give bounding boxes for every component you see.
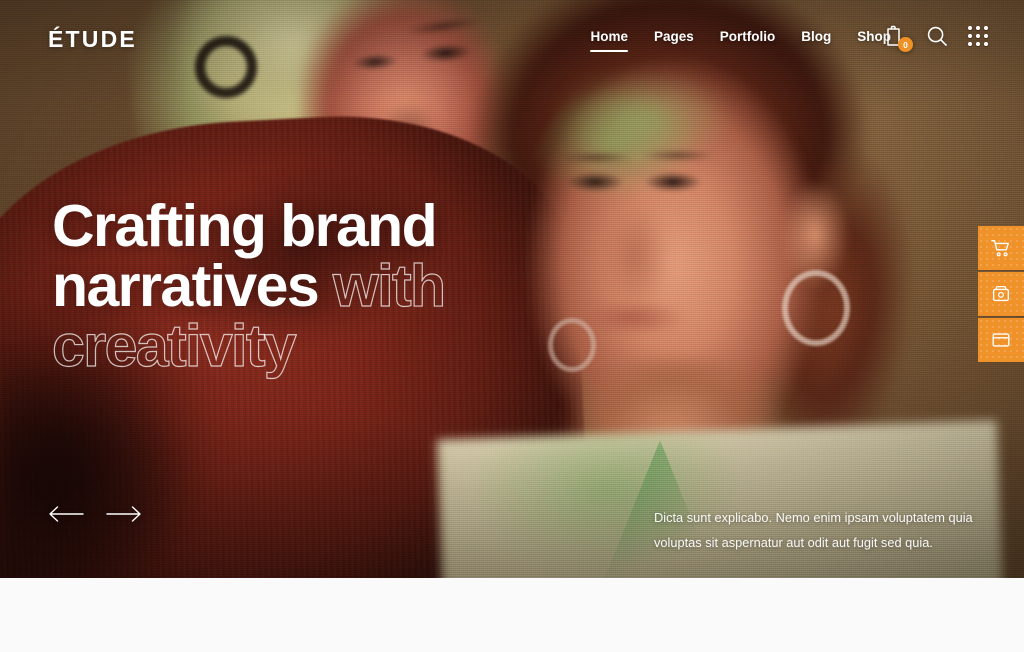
hero-copy: Crafting brand narratives with creativit… xyxy=(51,193,446,380)
side-button-stack xyxy=(978,226,1024,362)
below-hero-section xyxy=(0,578,1024,652)
nav-item-home[interactable]: Home xyxy=(577,29,641,52)
headline-line-3-outline: creativity xyxy=(51,313,297,380)
header-icon-group: 0 xyxy=(884,24,988,52)
search-icon[interactable] xyxy=(926,25,948,47)
nav-item-portfolio[interactable]: Portfolio xyxy=(707,29,789,44)
site-logo[interactable]: ÉTUDE xyxy=(48,26,137,53)
cart-icon[interactable]: 0 xyxy=(884,24,913,52)
layout-window-icon[interactable] xyxy=(978,318,1024,362)
headline-line-1: Crafting brand xyxy=(52,193,438,259)
slider-next-arrow-icon[interactable] xyxy=(106,505,142,523)
grid-menu-icon[interactable] xyxy=(968,26,988,46)
purchase-icon[interactable] xyxy=(978,272,1024,316)
cart-badge-count: 0 xyxy=(898,37,913,52)
slider-prev-arrow-icon[interactable] xyxy=(48,505,84,523)
page-root: ÉTUDE Home Pages Portfolio Blog Shop 0 C… xyxy=(0,0,1024,652)
shopping-cart-icon[interactable] xyxy=(978,226,1024,270)
hero-headline: Crafting brand narratives with creativit… xyxy=(51,193,446,380)
site-header: ÉTUDE Home Pages Portfolio Blog Shop 0 xyxy=(0,0,1024,78)
hero-slider-nav xyxy=(48,505,142,523)
nav-item-pages[interactable]: Pages xyxy=(641,29,707,44)
hero-description: Dicta sunt explicabo. Nemo enim ipsam vo… xyxy=(654,510,973,550)
headline-line-2-outline: with xyxy=(332,253,446,320)
headline-line-2-solid: narratives xyxy=(52,253,333,320)
nav-item-blog[interactable]: Blog xyxy=(788,29,844,44)
main-navigation: Home Pages Portfolio Blog Shop xyxy=(577,29,904,52)
hero-section: ÉTUDE Home Pages Portfolio Blog Shop 0 C… xyxy=(0,0,1024,578)
